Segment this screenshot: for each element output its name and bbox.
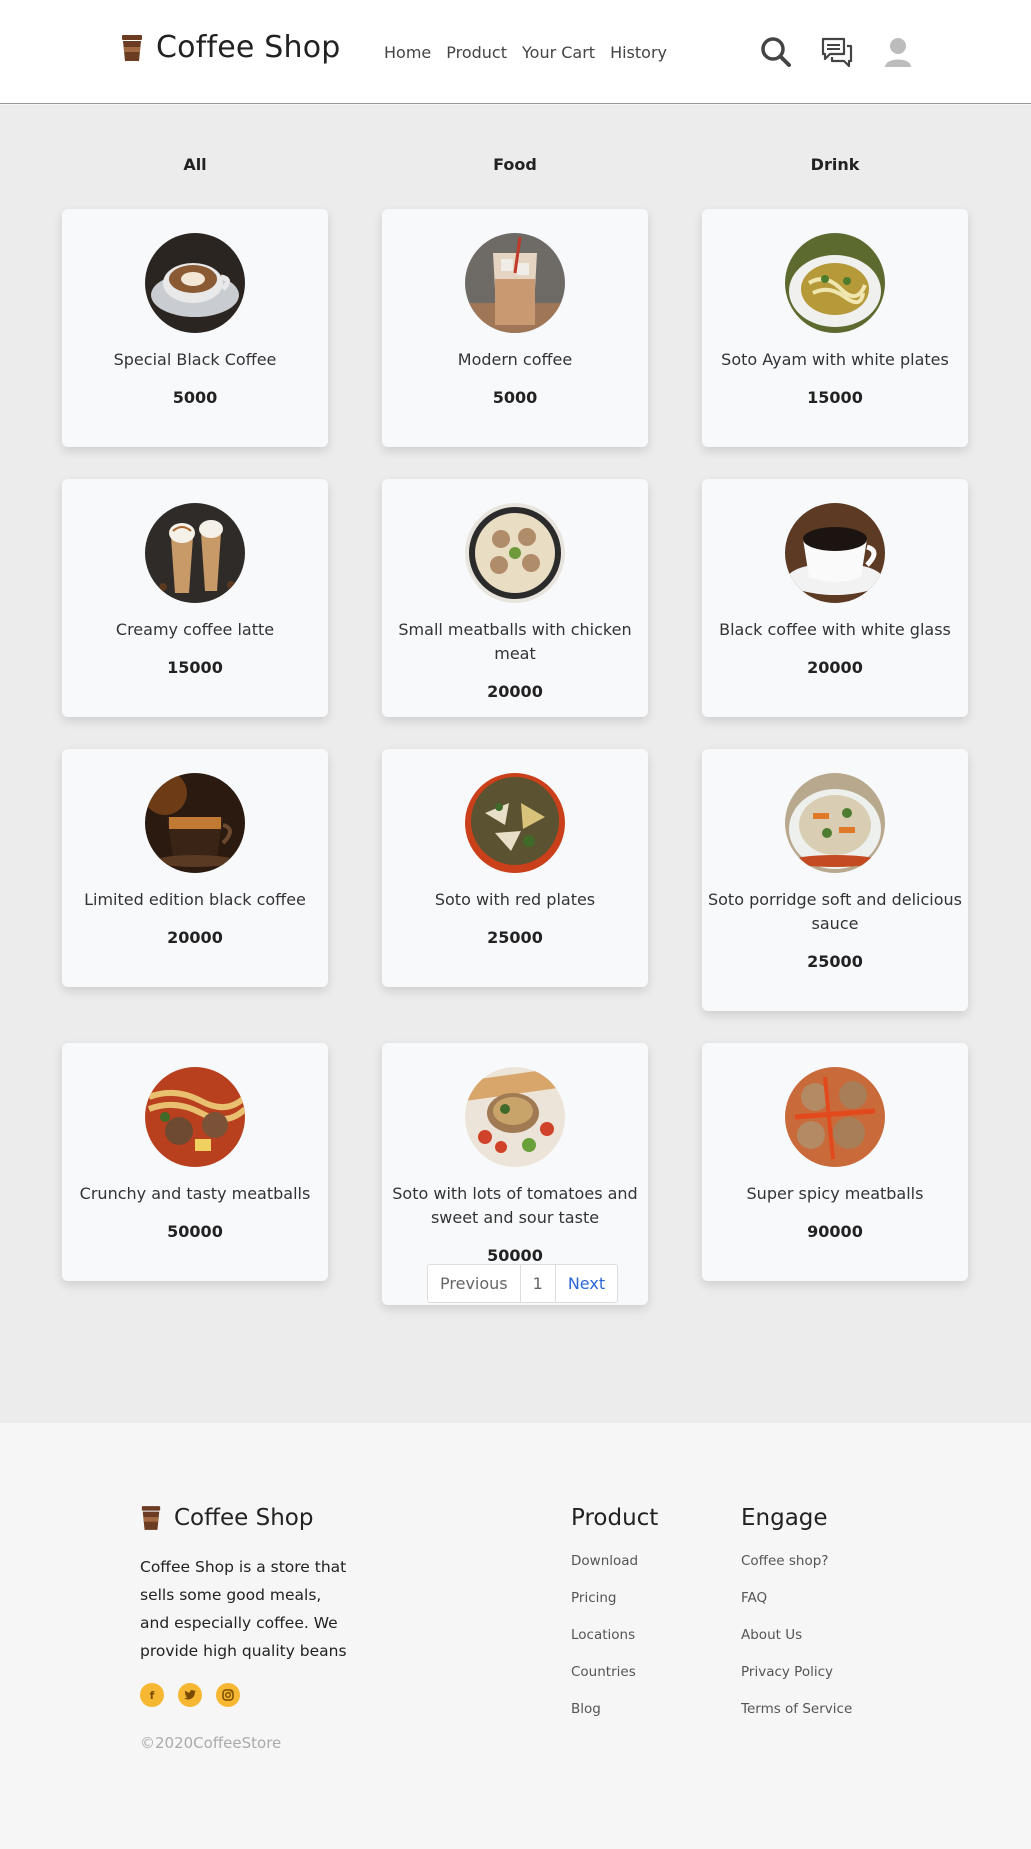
tomato-soto-icon xyxy=(465,1067,565,1167)
brand-title: Coffee Shop xyxy=(156,30,341,65)
tab-drink[interactable]: Drink xyxy=(701,155,969,174)
footer-link-privacy-policy[interactable]: Privacy Policy xyxy=(741,1654,852,1691)
pagination-next-button[interactable]: Next xyxy=(556,1265,617,1302)
pagination: Previous 1 Next xyxy=(427,1264,619,1303)
product-name: Super spicy meatballs xyxy=(746,1184,924,1203)
product-name: Modern coffee xyxy=(457,350,573,369)
product-name: Limited edition black coffee xyxy=(84,890,306,909)
pagination-page-1[interactable]: 1 xyxy=(521,1265,556,1302)
footer-engage-title: Engage xyxy=(741,1505,828,1531)
product-card[interactable]: Soto with red plates 25000 xyxy=(382,749,648,987)
nav-icons xyxy=(758,34,941,70)
twitter-icon[interactable] xyxy=(178,1683,202,1707)
meatball-noodle-icon xyxy=(145,1067,245,1167)
product-name: Soto with lots of tomatoes and sweet and… xyxy=(392,1184,638,1227)
footer-link-blog[interactable]: Blog xyxy=(571,1691,658,1728)
facebook-icon[interactable]: f xyxy=(140,1683,164,1707)
footer-product-title: Product xyxy=(571,1505,659,1531)
product-price: 20000 xyxy=(487,682,543,701)
product-name: Creamy coffee latte xyxy=(115,620,275,639)
product-name: Crunchy and tasty meatballs xyxy=(79,1184,311,1203)
product-price: 15000 xyxy=(807,388,863,407)
product-name: Soto Ayam with white plates xyxy=(721,350,949,369)
product-card[interactable]: Modern coffee 5000 xyxy=(382,209,648,447)
product-card[interactable]: Special Black Coffee 5000 xyxy=(62,209,328,447)
product-section: All Food Drink Special Black Coffee 5000… xyxy=(0,105,1031,1423)
pagination-previous-button[interactable]: Previous xyxy=(428,1265,521,1302)
nav-link-your-cart[interactable]: Your Cart xyxy=(522,43,595,62)
product-price: 90000 xyxy=(807,1222,863,1241)
footer-brand[interactable]: Coffee Shop xyxy=(140,1505,313,1531)
footer-link-coffee-shop[interactable]: Coffee shop? xyxy=(741,1543,852,1580)
instagram-icon[interactable] xyxy=(216,1683,240,1707)
nav-links: Home Product Your Cart History xyxy=(384,43,682,62)
product-price: 5000 xyxy=(492,388,538,407)
product-card[interactable]: Soto porridge soft and delicious sauce 2… xyxy=(702,749,968,1011)
product-price: 25000 xyxy=(807,952,863,971)
nav-link-history[interactable]: History xyxy=(610,43,667,62)
product-card[interactable]: Black coffee with white glass 20000 xyxy=(702,479,968,717)
iced-coffee-icon xyxy=(465,233,565,333)
social-links: f xyxy=(140,1683,254,1707)
chat-icon[interactable] xyxy=(819,34,855,70)
footer-link-pricing[interactable]: Pricing xyxy=(571,1580,658,1617)
nav-link-product[interactable]: Product xyxy=(446,43,507,62)
product-name: Soto porridge soft and delicious sauce xyxy=(707,890,963,933)
black-coffee-cup-icon xyxy=(785,503,885,603)
product-price: 50000 xyxy=(487,1246,543,1265)
nav-link-home[interactable]: Home xyxy=(384,43,431,62)
tab-food[interactable]: Food xyxy=(381,155,649,174)
footer: Coffee Shop Coffee Shop is a store that … xyxy=(0,1423,1031,1849)
footer-link-about-us[interactable]: About Us xyxy=(741,1617,852,1654)
product-name: Black coffee with white glass xyxy=(719,620,951,639)
product-card[interactable]: Super spicy meatballs 90000 xyxy=(702,1043,968,1281)
product-card[interactable]: Crunchy and tasty meatballs 50000 xyxy=(62,1043,328,1281)
chicken-soup-icon xyxy=(785,233,885,333)
product-name: Special Black Coffee xyxy=(113,350,277,369)
product-card[interactable]: Soto Ayam with white plates 15000 xyxy=(702,209,968,447)
frappe-glasses-icon xyxy=(145,503,245,603)
brand[interactable]: Coffee Shop xyxy=(120,30,341,65)
footer-link-faq[interactable]: FAQ xyxy=(741,1580,852,1617)
latte-art-coffee-icon xyxy=(145,233,245,333)
copyright: ©2020CoffeeStore xyxy=(140,1734,282,1752)
tab-all[interactable]: All xyxy=(61,155,329,174)
footer-engage-column: Engage Coffee shop? FAQ About Us Privacy… xyxy=(741,1505,852,1728)
product-price: 15000 xyxy=(167,658,223,677)
footer-link-locations[interactable]: Locations xyxy=(571,1617,658,1654)
footer-link-countries[interactable]: Countries xyxy=(571,1654,658,1691)
product-card[interactable]: Small meatballs with chicken meat 20000 xyxy=(382,479,648,717)
coffee-cup-logo-icon xyxy=(141,1506,161,1530)
product-price: 25000 xyxy=(487,928,543,947)
spicy-meatballs-icon xyxy=(785,1067,885,1167)
product-name: Small meatballs with chicken meat xyxy=(398,620,632,663)
coffee-cup-logo-icon xyxy=(122,34,142,61)
product-price: 20000 xyxy=(167,928,223,947)
user-avatar-icon[interactable] xyxy=(880,34,916,70)
search-icon[interactable] xyxy=(758,34,794,70)
footer-description: Coffee Shop is a store that sells some g… xyxy=(140,1558,347,1660)
product-card[interactable]: Limited edition black coffee 20000 xyxy=(62,749,328,987)
espresso-glass-icon xyxy=(145,773,245,873)
product-price: 20000 xyxy=(807,658,863,677)
footer-brand-title: Coffee Shop xyxy=(174,1505,314,1531)
soto-red-plate-icon xyxy=(465,773,565,873)
product-price: 5000 xyxy=(172,388,218,407)
navbar: Coffee Shop Home Product Your Cart Histo… xyxy=(0,0,1031,104)
product-card[interactable]: Creamy coffee latte 15000 xyxy=(62,479,328,717)
porridge-bowl-icon xyxy=(785,773,885,873)
footer-link-terms-of-service[interactable]: Terms of Service xyxy=(741,1691,852,1728)
product-name: Soto with red plates xyxy=(434,890,596,909)
footer-link-download[interactable]: Download xyxy=(571,1543,658,1580)
meatball-soup-icon xyxy=(465,503,565,603)
footer-product-column: Product Download Pricing Locations Count… xyxy=(571,1505,658,1728)
product-price: 50000 xyxy=(167,1222,223,1241)
